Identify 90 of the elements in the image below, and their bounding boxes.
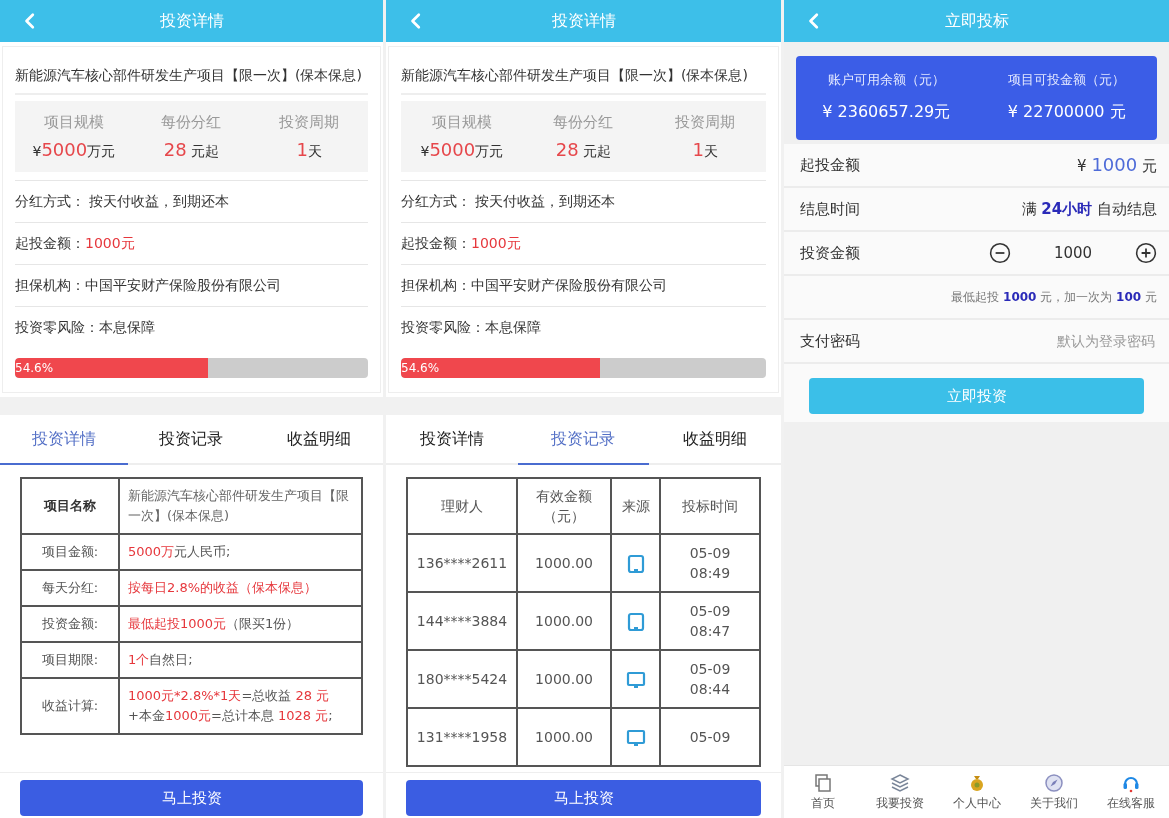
table-cell: 1个自然日;	[119, 642, 362, 678]
column-header: 有效金额（元）	[517, 478, 611, 534]
page-title: 投资详情	[550, 10, 617, 32]
balance-label: 项目可投金额（元）	[1007, 71, 1127, 89]
tab-label[interactable]: 首页	[810, 794, 835, 812]
tab[interactable]: 投资记录	[127, 415, 256, 465]
column-header: 来源	[611, 478, 660, 534]
table-cell: 按每日2.8%的收益（保本保息）	[119, 570, 362, 606]
column-header: 理财人	[407, 478, 517, 534]
tablet-icon	[625, 553, 646, 574]
tab[interactable]: 投资详情	[386, 415, 518, 465]
table-cell: 05-09 08:44	[660, 650, 760, 708]
page-title: 立即投标	[943, 10, 1010, 32]
table-cell: 投资金额:	[21, 606, 119, 642]
balance-value: ¥ 22700000 元	[1006, 101, 1127, 123]
info-text: 投资零风险：本息保障	[401, 318, 542, 337]
stat-value: 1天	[295, 138, 323, 162]
field-label: 支付密码	[800, 331, 860, 351]
hint-text: 最低起投 1000 元，加一次为 100 元	[951, 288, 1157, 306]
stat-value: 28 元起	[162, 138, 221, 162]
monitor-icon	[625, 727, 646, 748]
balance-value: ¥ 2360657.29元	[821, 101, 952, 123]
table-cell: 1000.00	[517, 592, 611, 650]
tab[interactable]: 投资详情	[0, 415, 128, 465]
info-text: 分红方式： 按天付收益，到期还本	[15, 192, 231, 211]
project-title: 新能源汽车核心部件研发生产项目【限一次】(保本保息)	[15, 47, 368, 95]
table-cell: 05-09	[660, 708, 760, 766]
table-cell: 05-09 08:47	[660, 592, 760, 650]
balance-label: 账户可用余额（元）	[826, 71, 946, 89]
field-label: 投资金额	[800, 243, 860, 263]
field-value: 满 24小时 自动结息	[1021, 199, 1157, 219]
tab[interactable]: 收益明细	[649, 415, 781, 465]
table-cell: 05-09 08:49	[660, 534, 760, 592]
stat-label: 每份分红	[160, 112, 223, 133]
stat-label: 项目规模	[430, 112, 493, 133]
tab-label[interactable]: 我要投资	[875, 794, 924, 812]
tab[interactable]: 收益明细	[255, 415, 383, 465]
info-text: 担保机构：中国平安财产保险股份有限公司	[401, 276, 668, 295]
monitor-icon	[625, 669, 646, 690]
table-cell: 项目金额:	[21, 534, 119, 570]
info-text: 投资零风险：本息保障	[15, 318, 156, 337]
page-title: 投资详情	[158, 10, 225, 32]
tab[interactable]: 投资记录	[517, 415, 650, 465]
table-cell: 1000.00	[517, 708, 611, 766]
table-cell: 项目名称	[21, 478, 119, 534]
minus-icon[interactable]	[989, 242, 1011, 264]
info-text: 担保机构：中国平安财产保险股份有限公司	[15, 276, 282, 295]
column-header: 投标时间	[660, 478, 760, 534]
field-value: ¥ 1000 元	[1077, 154, 1157, 176]
table-cell: 180****5424	[407, 650, 517, 708]
tablet-icon	[625, 611, 646, 632]
table-cell: 144****3884	[407, 592, 517, 650]
progress-label: 54.6%	[15, 361, 54, 375]
table-cell: 5000万元人民币;	[119, 534, 362, 570]
table-cell: 1000元*2.8%*1天=总收益 28 元 +本金1000元=总计本息 1028 元;	[119, 678, 362, 734]
squares-icon[interactable]	[812, 772, 833, 793]
invest-button[interactable]: 马上投资	[20, 780, 363, 816]
stat-label: 每份分红	[552, 112, 615, 133]
table-cell: 每天分红:	[21, 570, 119, 606]
stat-label: 投资周期	[278, 112, 341, 133]
table-cell: 新能源汽车核心部件研发生产项目【限一次】(保本保息)	[119, 478, 362, 534]
stat-value: 1天	[691, 138, 719, 162]
amount-field[interactable]: 1000	[1029, 243, 1117, 263]
info-text: 起投金额：1000元	[401, 234, 522, 253]
table-cell: 收益计算:	[21, 678, 119, 734]
tab-label[interactable]: 关于我们	[1029, 794, 1078, 812]
compass-icon[interactable]	[1043, 772, 1064, 793]
progress-label: 54.6%	[401, 361, 440, 375]
password-field[interactable]: 默认为登录密码	[953, 332, 1157, 350]
field-label: 起投金额	[800, 155, 860, 175]
table-cell: 项目期限:	[21, 642, 119, 678]
plus-icon[interactable]	[1135, 242, 1157, 264]
invest-button[interactable]: 马上投资	[406, 780, 761, 816]
stat-label: 投资周期	[674, 112, 737, 133]
table-cell: 1000.00	[517, 650, 611, 708]
project-title: 新能源汽车核心部件研发生产项目【限一次】(保本保息)	[401, 47, 766, 95]
stat-value: ¥5000万元	[31, 138, 117, 162]
tab-label[interactable]: 个人中心	[952, 794, 1001, 812]
layers-icon[interactable]	[889, 772, 910, 793]
table-cell: 131****1958	[407, 708, 517, 766]
tab-label[interactable]: 在线客服	[1106, 794, 1155, 812]
info-text: 起投金额：1000元	[15, 234, 136, 253]
info-text: 分红方式： 按天付收益，到期还本	[401, 192, 617, 211]
table-cell: 136****2611	[407, 534, 517, 592]
field-label: 结息时间	[800, 199, 860, 219]
stat-label: 项目规模	[42, 112, 105, 133]
stat-value: 28 元起	[554, 138, 613, 162]
stat-value: ¥5000万元	[419, 138, 505, 162]
table-cell: 最低起投1000元（限买1份）	[119, 606, 362, 642]
table-cell: 1000.00	[517, 534, 611, 592]
